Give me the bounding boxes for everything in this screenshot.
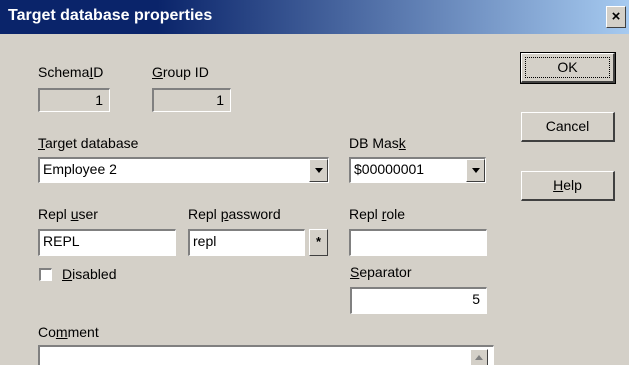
scroll-up-button[interactable] [470, 349, 488, 365]
repl-role-value [351, 233, 354, 249]
db-mask-value: $00000001 [354, 161, 425, 177]
repl-user-value: REPL [43, 233, 80, 249]
repl-password-value: repl [193, 233, 217, 249]
separator-label: Separator [350, 264, 412, 280]
title-bar: Target database properties × [0, 0, 629, 34]
group-id-field: 1 [152, 88, 231, 112]
repl-user-input[interactable]: REPL [38, 229, 176, 256]
db-mask-label: DB Mask [349, 135, 406, 151]
ok-button[interactable]: OK [520, 52, 616, 84]
target-database-label: Target database [38, 135, 139, 151]
db-mask-dropdown-button[interactable] [466, 159, 485, 182]
repl-user-label: Repl user [38, 206, 98, 222]
help-label-accel: H [553, 177, 564, 193]
target-database-dropdown-button[interactable] [309, 159, 328, 182]
comment-value [40, 349, 43, 365]
close-icon: × [611, 8, 621, 25]
schema-id-label: SchemaID [38, 64, 104, 80]
cancel-label: Cancel [545, 118, 590, 134]
group-id-label: Group ID [152, 64, 209, 80]
repl-password-button[interactable]: * [309, 229, 328, 256]
target-database-value: Employee 2 [43, 161, 117, 177]
comment-textarea[interactable] [38, 345, 494, 365]
close-button[interactable]: × [606, 6, 626, 28]
chevron-down-icon [472, 168, 480, 173]
cancel-button[interactable]: Cancel [521, 112, 615, 142]
focus-rect [525, 57, 610, 78]
help-label: elp [563, 177, 582, 193]
repl-password-label: Repl password [188, 206, 281, 222]
chevron-down-icon [315, 168, 323, 173]
help-button[interactable]: Help [521, 171, 615, 201]
scroll-up-icon [475, 355, 483, 360]
window-title: Target database properties [8, 7, 213, 24]
repl-role-label: Repl role [349, 206, 406, 222]
repl-password-input[interactable]: repl [188, 229, 305, 256]
comment-label: Comment [38, 324, 99, 340]
schema-id-field: 1 [38, 88, 110, 112]
separator-input[interactable]: 5 [350, 287, 487, 314]
disabled-label[interactable]: Disabled [62, 266, 117, 282]
repl-role-input[interactable] [349, 229, 487, 256]
target-database-combo[interactable]: Employee 2 [38, 157, 329, 183]
disabled-checkbox[interactable] [39, 268, 52, 281]
db-mask-combo[interactable]: $00000001 [349, 157, 486, 183]
